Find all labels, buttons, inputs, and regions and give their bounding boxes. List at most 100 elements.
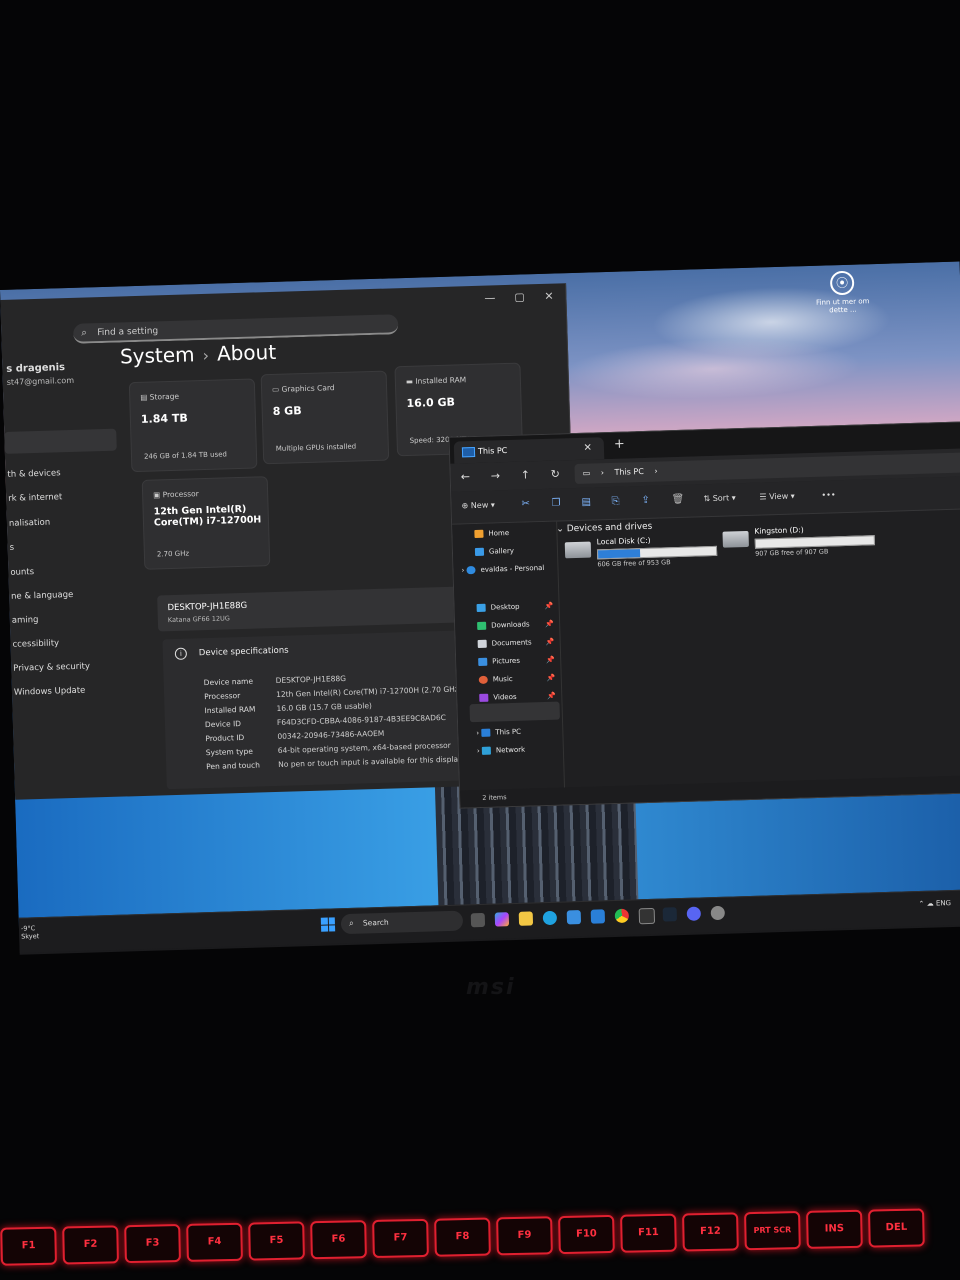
graphics-card-label: ▭ Graphics Card <box>271 383 335 394</box>
maximize-button[interactable]: ▢ <box>514 290 525 303</box>
edge-icon[interactable] <box>542 910 558 926</box>
device-name-bar[interactable]: DESKTOP-JH1E88G Katana GF66 12UG <box>157 586 459 632</box>
nav-item-time-language[interactable]: ne & language <box>11 590 74 602</box>
key-f6[interactable]: F6 <box>310 1220 367 1260</box>
devices-drives-header[interactable]: ⌄ Devices and drives <box>556 522 652 535</box>
close-button[interactable]: ✕ <box>544 290 554 303</box>
folder-icon[interactable] <box>518 911 534 926</box>
key-f5[interactable]: F5 <box>248 1221 305 1261</box>
graphics-card-sub: Multiple GPUs installed <box>275 442 357 453</box>
new-tab-button[interactable]: + <box>614 437 625 452</box>
share-icon[interactable]: ⇪ <box>641 495 650 506</box>
delete-icon[interactable]: 🗑 <box>671 494 684 505</box>
nav-onedrive[interactable]: › evaldas - Personal <box>461 564 544 574</box>
discord-icon[interactable] <box>686 906 702 921</box>
nav-downloads[interactable]: Downloads <box>477 620 530 630</box>
weather-widget[interactable]: -9°C Skyet <box>21 924 40 941</box>
drive-c-name: Local Disk (C:) <box>596 535 651 547</box>
item-count: 2 items <box>482 793 507 802</box>
key-f8[interactable]: F8 <box>434 1217 491 1257</box>
back-arrow-icon[interactable]: ← <box>461 470 471 483</box>
paste-icon[interactable]: ▤ <box>581 497 591 508</box>
key-del[interactable]: DEL <box>868 1208 925 1248</box>
view-button[interactable]: ☰ View ▾ <box>759 492 795 502</box>
gallery-icon <box>474 547 485 557</box>
search-icon: ⌕ <box>81 327 88 339</box>
network-icon <box>481 746 492 755</box>
nav-item-personalisation[interactable]: nalisation <box>9 518 51 529</box>
key-f1[interactable]: F1 <box>0 1226 57 1266</box>
nav-item-bluetooth[interactable]: th & devices <box>7 468 60 480</box>
storage-card-label: ▤ Storage <box>140 391 180 402</box>
keyboard-function-row: F1 F2 F3 F4 F5 F6 F7 F8 F9 F10 F11 F12 P… <box>0 1197 960 1280</box>
chrome-icon[interactable] <box>614 908 630 924</box>
storage-card-sub: 246 GB of 1.84 TB used <box>143 450 228 461</box>
breadcrumb-system[interactable]: System <box>120 342 195 368</box>
search-icon: ⌕ <box>348 918 355 929</box>
settings-gear-icon[interactable] <box>710 905 726 921</box>
app-icon[interactable] <box>638 907 656 925</box>
nav-item-privacy-security[interactable]: Privacy & security <box>13 661 90 673</box>
desktop-shortcut-label: Finn ut mer om dette ... <box>815 297 870 315</box>
pin-icon: 📌 <box>546 673 556 682</box>
key-f4[interactable]: F4 <box>186 1222 243 1262</box>
nav-desktop[interactable]: Desktop <box>476 603 520 612</box>
nav-documents[interactable]: Documents <box>477 638 532 648</box>
taskbar-search[interactable]: ⌕ Search <box>340 910 464 935</box>
nav-pictures[interactable]: Pictures <box>478 657 520 666</box>
key-f12[interactable]: F12 <box>682 1212 739 1252</box>
start-button[interactable] <box>320 917 336 932</box>
nav-network[interactable]: › Network <box>477 746 525 755</box>
nav-music[interactable]: Music <box>478 675 513 684</box>
nav-this-pc[interactable]: › This PC <box>476 728 521 737</box>
store-icon[interactable] <box>566 910 582 925</box>
desktop-shortcut[interactable]: ⦿ Finn ut mer om dette ... <box>812 270 873 315</box>
nav-gallery[interactable]: Gallery <box>474 547 514 557</box>
key-f9[interactable]: F9 <box>496 1216 553 1256</box>
key-f10[interactable]: F10 <box>558 1214 615 1255</box>
task-view-icon[interactable] <box>470 912 486 928</box>
key-f3[interactable]: F3 <box>124 1224 181 1264</box>
msi-logo: msi <box>466 975 516 1000</box>
pin-icon: 📌 <box>546 655 556 664</box>
key-ins[interactable]: INS <box>806 1209 863 1249</box>
copy-icon[interactable]: ❐ <box>551 497 560 508</box>
key-prt-scr[interactable]: PRT SCR <box>744 1211 801 1251</box>
up-arrow-icon[interactable]: ↑ <box>521 468 531 481</box>
storage-card[interactable]: ▤ Storage 1.84 TB 246 GB of 1.84 TB used <box>128 378 258 473</box>
cut-icon[interactable]: ✂ <box>521 498 530 509</box>
nav-item-gaming[interactable]: aming <box>12 615 39 626</box>
key-f2[interactable]: F2 <box>62 1225 119 1265</box>
graphics-card-value: 8 GB <box>272 404 302 418</box>
copilot-icon[interactable] <box>494 912 510 927</box>
graphics-card[interactable]: ▭ Graphics Card 8 GB Multiple GPUs insta… <box>260 370 390 465</box>
refresh-icon[interactable]: ↻ <box>551 467 561 480</box>
nav-item-network[interactable]: rk & internet <box>8 492 62 504</box>
nav-item-windows-update[interactable]: Windows Update <box>14 686 86 698</box>
mail-icon[interactable] <box>590 909 606 924</box>
nav-home[interactable]: Home <box>474 529 509 539</box>
nav-item-accounts[interactable]: ounts <box>10 567 34 578</box>
close-tab-button[interactable]: ✕ <box>583 438 592 460</box>
weather-desc: Skyet <box>21 932 40 941</box>
key-f11[interactable]: F11 <box>620 1213 677 1253</box>
wallpaper-cloud <box>561 334 864 404</box>
settings-search-input[interactable]: ⌕ Find a setting <box>73 314 399 344</box>
sort-button[interactable]: ⇅ Sort ▾ <box>703 493 735 503</box>
nav-selected-background <box>469 701 560 723</box>
nav-item-apps[interactable]: s <box>10 543 15 553</box>
new-button[interactable]: ⊕ New ▾ <box>461 500 495 510</box>
nav-item-accessibility[interactable]: ccessibility <box>12 638 59 649</box>
system-tray[interactable]: ⌃ ☁ ENG <box>919 899 952 908</box>
rename-icon[interactable]: ⎘ <box>611 496 619 507</box>
key-f7[interactable]: F7 <box>372 1218 429 1258</box>
minimize-button[interactable]: — <box>484 291 495 304</box>
forward-arrow-icon[interactable]: → <box>491 469 501 482</box>
more-options-button[interactable]: ••• <box>821 490 835 499</box>
nav-videos[interactable]: Videos <box>479 693 517 702</box>
home-icon <box>474 529 484 539</box>
music-icon <box>478 675 488 684</box>
processor-card[interactable]: ▣ Processor 12th Gen Intel(R) Core(TM) i… <box>141 476 271 570</box>
steam-icon[interactable] <box>662 907 678 922</box>
nav-item-system-selected[interactable] <box>4 428 117 454</box>
